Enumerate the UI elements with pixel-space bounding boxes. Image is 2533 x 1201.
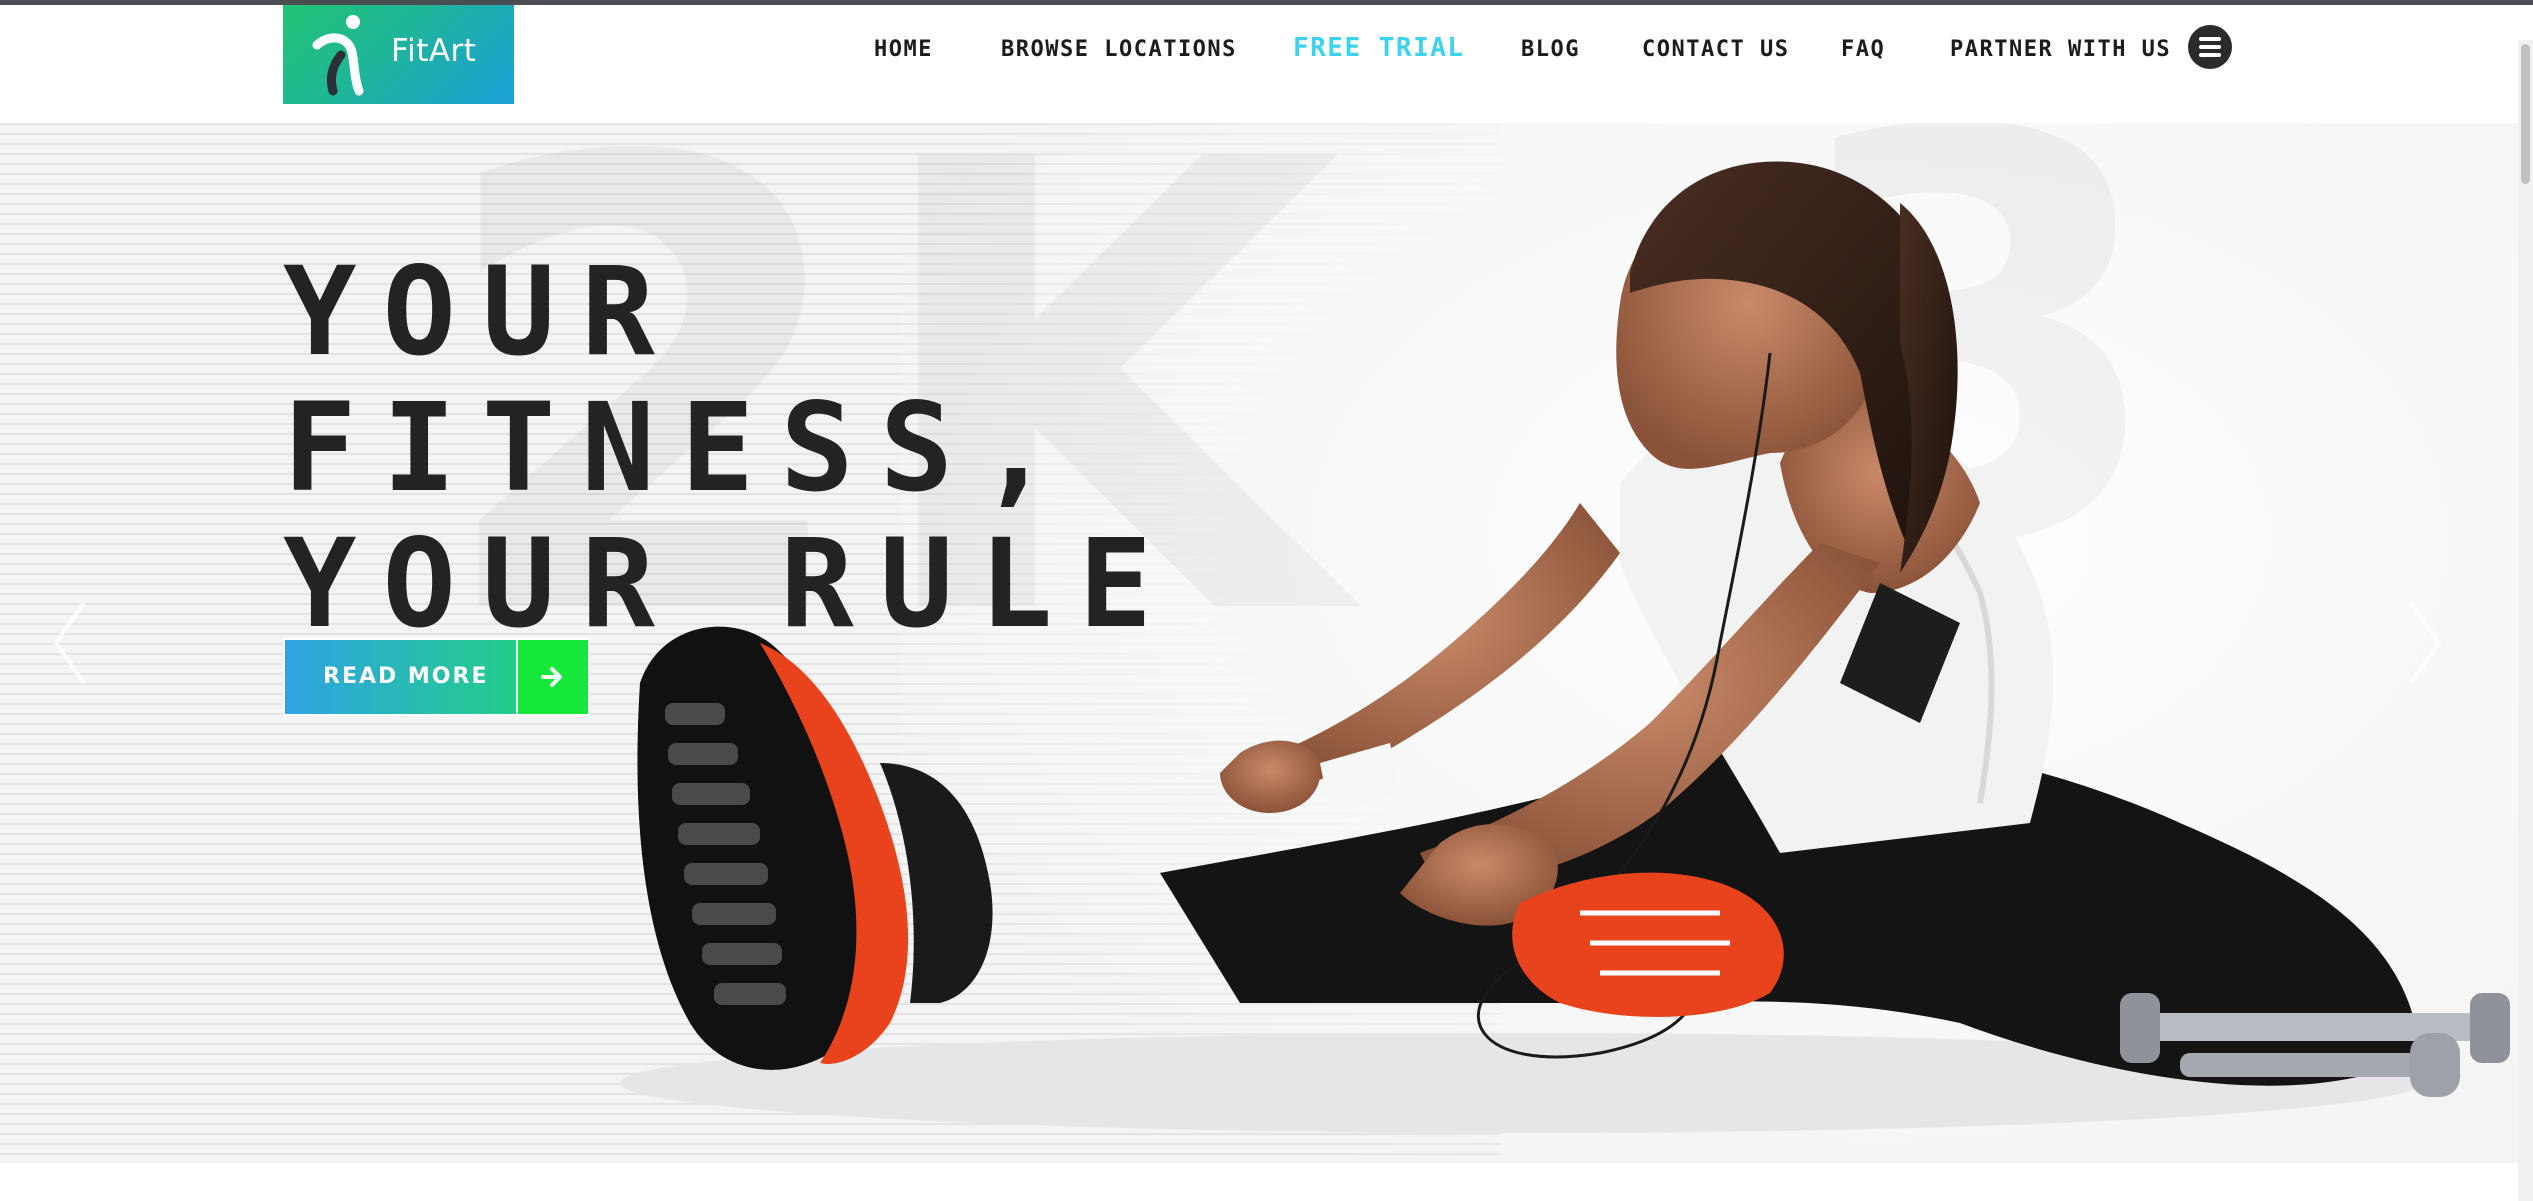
arrow-right-icon: [516, 640, 588, 714]
main-nav: HOME BROWSE LOCATIONS FREE TRIAL BLOG CO…: [0, 5, 2533, 95]
page-below-hero: [0, 1163, 2533, 1201]
hero-headline: YOUR FITNESS, YOUR RULE: [283, 244, 1283, 652]
hero-slider: 2K 3: [0, 123, 2533, 1163]
nav-item-contact-us[interactable]: CONTACT US: [1642, 35, 1789, 65]
shoe-illustration: [637, 626, 993, 1070]
scrollbar-thumb[interactable]: [2521, 44, 2530, 184]
chevron-left-icon: [53, 601, 86, 685]
hamburger-icon[interactable]: [2188, 25, 2232, 69]
nav-item-free-trial[interactable]: FREE TRIAL: [1293, 33, 1465, 63]
hero-headline-line: YOUR: [283, 241, 681, 383]
read-more-button[interactable]: READ MORE: [283, 638, 590, 716]
site-header: FitArt HOME BROWSE LOCATIONS FREE TRIAL …: [0, 5, 2533, 123]
hero-headline-line: FITNESS,: [283, 377, 1079, 519]
nav-item-browse-locations[interactable]: BROWSE LOCATIONS: [1001, 35, 1237, 65]
nav-item-home[interactable]: HOME: [874, 35, 933, 65]
nav-item-blog[interactable]: BLOG: [1521, 35, 1580, 65]
read-more-label: READ MORE: [285, 640, 516, 714]
hero-headline-line: YOUR RULE: [283, 513, 1179, 655]
slider-prev[interactable]: [40, 593, 100, 693]
nav-item-faq[interactable]: FAQ: [1841, 35, 1885, 65]
chevron-right-icon: [2409, 601, 2442, 685]
nav-item-partner-with-us[interactable]: PARTNER WITH US: [1950, 35, 2171, 65]
page-scrollbar[interactable]: [2518, 40, 2533, 1201]
slider-next[interactable]: [2395, 593, 2455, 693]
